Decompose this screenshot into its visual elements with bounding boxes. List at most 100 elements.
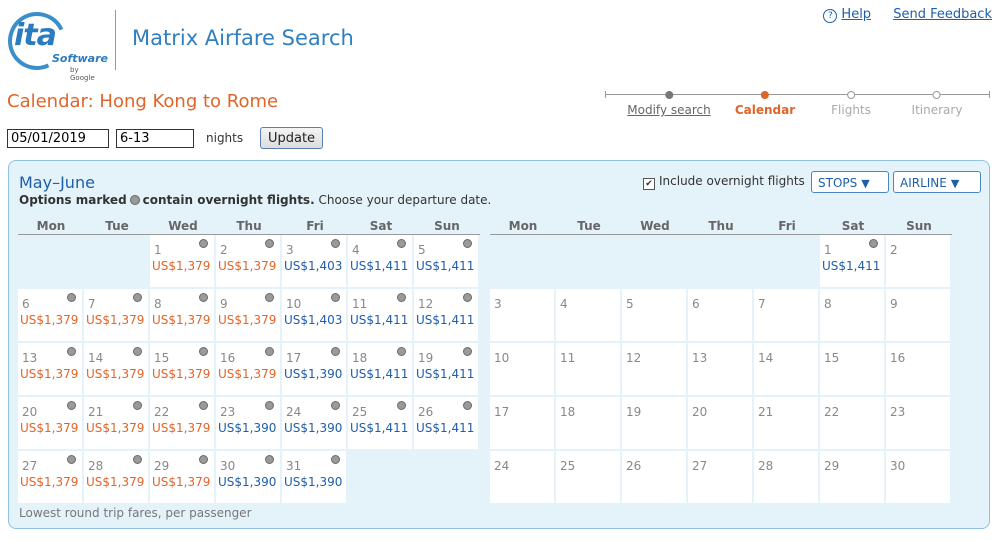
calendar-day-cell[interactable]: 5 US$1,411 [414,235,480,289]
fare-price[interactable]: US$1,379 [152,259,210,273]
fare-price[interactable]: US$1,379 [86,313,144,327]
update-button[interactable]: Update [260,127,323,149]
calendar-day-cell: 14 [754,343,820,397]
calendar-day-cell[interactable]: 7 US$1,379 [84,289,150,343]
fare-price[interactable]: US$1,379 [152,421,210,435]
weekday-sun: Sun [434,219,460,233]
fare-price[interactable]: US$1,390 [284,367,342,381]
fare-price[interactable]: US$1,411 [822,259,880,273]
overnight-flight-icon [133,401,142,410]
include-overnight-checkbox[interactable]: ✔ Include overnight flights [643,174,805,190]
calendar-day-cell: 19 [622,397,688,451]
calendar-day-cell: 8 [820,289,886,343]
fare-price[interactable]: US$1,379 [152,313,210,327]
calendar-day-cell[interactable]: 22 US$1,379 [150,397,216,451]
calendar-day-cell[interactable]: 8 US$1,379 [150,289,216,343]
calendar-day-cell[interactable]: 17 US$1,390 [282,343,348,397]
day-number: 4 [352,243,360,257]
calendar-day-cell[interactable]: 1 US$1,379 [150,235,216,289]
nights-label: nights [206,131,244,145]
fare-price[interactable]: US$1,403 [284,259,342,273]
calendar-day-cell[interactable]: 23 US$1,390 [216,397,282,451]
calendar-day-cell[interactable]: 19 US$1,411 [414,343,480,397]
calendar-day-cell[interactable]: 10 US$1,403 [282,289,348,343]
calendar-day-cell: 23 [886,397,952,451]
calendar-day-cell[interactable]: 29 US$1,379 [150,451,216,505]
fare-price[interactable]: US$1,379 [218,313,276,327]
calendar-day-cell[interactable]: 11 US$1,411 [348,289,414,343]
send-feedback-link[interactable]: Send Feedback [893,7,992,22]
fare-price[interactable]: US$1,379 [20,367,78,381]
calendar-day-cell[interactable]: 15 US$1,379 [150,343,216,397]
calendar-day-cell[interactable]: 16 US$1,379 [216,343,282,397]
fare-price[interactable]: US$1,379 [218,367,276,381]
calendar-day-cell[interactable]: 20 US$1,379 [18,397,84,451]
fare-price[interactable]: US$1,411 [350,259,408,273]
calendar-day-cell: 13 [688,343,754,397]
fare-price[interactable]: US$1,411 [416,313,474,327]
fare-price[interactable]: US$1,379 [20,421,78,435]
day-number: 24 [286,405,302,419]
fare-price[interactable]: US$1,411 [416,367,474,381]
calendar-day-cell[interactable]: 12 US$1,411 [414,289,480,343]
calendar-day-cell[interactable]: 1 US$1,411 [820,235,886,289]
calendar-day-cell[interactable]: 30 US$1,390 [216,451,282,505]
calendar-day-cell[interactable]: 9 US$1,379 [216,289,282,343]
day-number: 16 [220,351,236,365]
calendar-day-cell[interactable]: 18 US$1,411 [348,343,414,397]
fare-price[interactable]: US$1,379 [20,313,78,327]
weekday-tue: Tue [577,219,601,233]
fare-price[interactable]: US$1,411 [416,421,474,435]
overnight-flight-icon [397,293,406,302]
calendar-day-cell[interactable]: 3 US$1,403 [282,235,348,289]
fare-price[interactable]: US$1,411 [416,259,474,273]
calendar-day-cell: 7 [754,289,820,343]
calendar-day-cell: 25 [556,451,622,505]
calendar-day-cell[interactable]: 26 US$1,411 [414,397,480,451]
calendar-day-cell[interactable]: 2 US$1,379 [216,235,282,289]
fare-price[interactable]: US$1,379 [218,259,276,273]
calendar-day-cell[interactable]: 31 US$1,390 [282,451,348,505]
fare-price[interactable]: US$1,379 [152,367,210,381]
help-link[interactable]: ? Help [823,7,871,23]
airline-filter-button[interactable]: AIRLINE ▼ [893,171,981,193]
fare-price[interactable]: US$1,403 [284,313,342,327]
calendar-day-cell: 2 [886,235,952,289]
fare-price[interactable]: US$1,379 [86,367,144,381]
include-overnight-label: Include overnight flights [659,174,805,188]
calendar-day-cell[interactable]: 25 US$1,411 [348,397,414,451]
nights-input[interactable] [116,129,194,148]
day-number: 16 [890,351,906,365]
fare-price[interactable]: US$1,379 [86,421,144,435]
calendar-day-cell[interactable]: 27 US$1,379 [18,451,84,505]
calendar-day-cell[interactable]: 14 US$1,379 [84,343,150,397]
checkbox-checked-icon: ✔ [643,178,655,190]
stops-filter-button[interactable]: STOPS ▼ [811,171,889,193]
fare-price[interactable]: US$1,379 [20,475,78,489]
fare-price[interactable]: US$1,379 [152,475,210,489]
calendar-day-cell[interactable]: 24 US$1,390 [282,397,348,451]
day-number: 2 [890,243,898,257]
day-number: 28 [758,459,774,473]
calendar-day-cell[interactable]: 13 US$1,379 [18,343,84,397]
fare-price[interactable]: US$1,411 [350,421,408,435]
fare-price[interactable]: US$1,411 [350,313,408,327]
weekday-mon: Mon [508,219,538,233]
fare-price[interactable]: US$1,390 [218,475,276,489]
weekday-sat: Sat [841,219,865,233]
overnight-flight-icon [397,347,406,356]
calendar-day-cell: 18 [556,397,622,451]
fare-price[interactable]: US$1,411 [350,367,408,381]
fare-price[interactable]: US$1,390 [284,475,342,489]
fare-price[interactable]: US$1,390 [218,421,276,435]
fare-price[interactable]: US$1,390 [284,421,342,435]
day-number: 7 [88,297,96,311]
calendar-day-cell[interactable]: 28 US$1,379 [84,451,150,505]
calendar-day-cell: 9 [886,289,952,343]
fare-price[interactable]: US$1,379 [86,475,144,489]
step-modify-search[interactable]: Modify search [627,90,711,117]
calendar-day-cell[interactable]: 4 US$1,411 [348,235,414,289]
calendar-day-cell[interactable]: 6 US$1,379 [18,289,84,343]
calendar-day-cell[interactable]: 21 US$1,379 [84,397,150,451]
departure-date-input[interactable] [7,129,109,148]
